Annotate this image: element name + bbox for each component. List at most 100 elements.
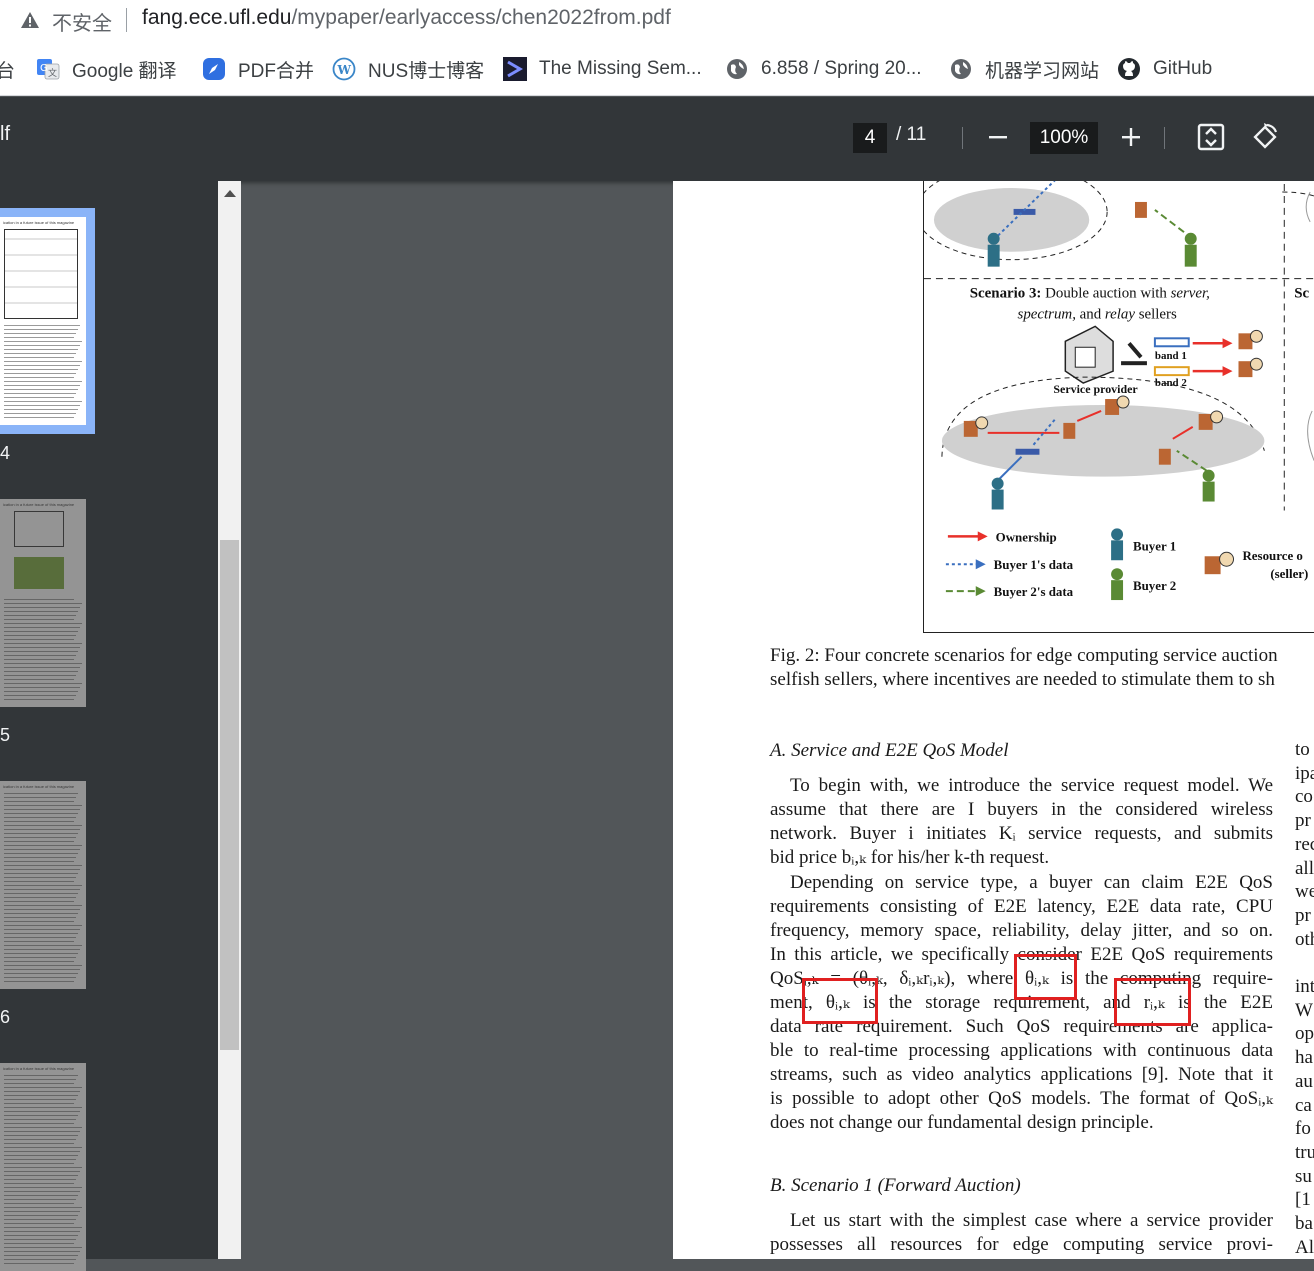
thumbnail-text-line bbox=[4, 663, 82, 664]
thumbnail-text-line bbox=[4, 801, 74, 802]
thumbnail-text-line bbox=[4, 821, 74, 822]
thumbnail-text-line bbox=[4, 901, 74, 902]
thumbnail-text-line bbox=[4, 933, 78, 934]
bookmark-google-translate[interactable]: G文 Google 翻译 bbox=[36, 56, 177, 82]
thumbnail-sidebar: ication in a future issue of this magazi… bbox=[0, 181, 241, 1271]
bookmark-github[interactable]: GitHub bbox=[1117, 56, 1212, 82]
thumbnail-text-line bbox=[4, 1207, 82, 1208]
thumbnail-text-line bbox=[4, 397, 74, 398]
legend-ownership: Ownership bbox=[996, 529, 1057, 544]
sidebar-scrollbar-thumb[interactable] bbox=[220, 540, 239, 1050]
bookmark-ml-sites[interactable]: 机器学习网站 bbox=[949, 56, 1099, 82]
bookmark-pdf-merge[interactable]: PDF合并 bbox=[202, 56, 314, 82]
annotation-box bbox=[1114, 978, 1191, 1026]
scroll-up-arrow-icon[interactable] bbox=[224, 190, 236, 197]
text-line: is possible to adopt other QoS models. T… bbox=[770, 1088, 1273, 1109]
thumbnail-text-line bbox=[4, 599, 74, 600]
legend-buyer1: Buyer 1 bbox=[1133, 538, 1176, 553]
thumbnail-text-line bbox=[4, 1223, 74, 1224]
thumbnail-text-line bbox=[4, 1235, 78, 1236]
thumbnail-text-line bbox=[4, 671, 78, 672]
warning-icon[interactable] bbox=[20, 10, 40, 30]
thumbnail-text-line bbox=[4, 385, 80, 386]
thumbnail-text-line bbox=[4, 1255, 78, 1256]
address-bar[interactable]: 不安全 fang.ece.ufl.edu/mypaper/earlyaccess… bbox=[0, 0, 1314, 42]
thumbnail-text-line bbox=[4, 615, 76, 616]
thumbnail-label: 6 bbox=[0, 1007, 11, 1027]
right-column-line: co bbox=[1295, 786, 1313, 808]
right-column-line: oth bbox=[1295, 928, 1314, 950]
text-line: Let us start with the simplest case wher… bbox=[790, 1210, 1273, 1231]
thumbnail-text-line bbox=[4, 1219, 76, 1220]
terminal-icon bbox=[503, 57, 527, 81]
thumbnail-text-line bbox=[4, 1111, 80, 1112]
thumbnail-text-line bbox=[4, 341, 82, 342]
thumbnail-text-line bbox=[4, 1127, 82, 1128]
thumbnail-text-line bbox=[4, 365, 80, 366]
thumbnail-text-line bbox=[4, 825, 82, 826]
thumbnail-text-line bbox=[4, 805, 82, 806]
right-column-line: tru bbox=[1295, 1141, 1314, 1163]
right-column-line: ha bbox=[1295, 1047, 1313, 1069]
thumbnail-page-6[interactable]: ication in a future issue of this magazi… bbox=[0, 781, 86, 989]
url-host: fang.ece.ufl.edu bbox=[142, 6, 292, 29]
text-line: possesses all resources for edge computi… bbox=[770, 1234, 1273, 1255]
thumbnail-text-line bbox=[4, 941, 74, 942]
text-line: streams, such as video analytics applica… bbox=[770, 1064, 1273, 1085]
thumbnail-text-line bbox=[4, 1183, 74, 1184]
thumbnail-text-line bbox=[4, 1199, 76, 1200]
thumbnail-text-line bbox=[4, 1095, 78, 1096]
thumbnail-text-line bbox=[4, 1175, 78, 1176]
thumbnail-text-line bbox=[4, 607, 80, 608]
thumbnail-text-line bbox=[4, 921, 74, 922]
thumbnail-text-line bbox=[4, 325, 80, 326]
thumbnail-text-line bbox=[4, 405, 80, 406]
thumbnail-text-line bbox=[4, 873, 78, 874]
bookmark-label: 台 bbox=[0, 60, 16, 82]
thumbnail-page-7[interactable]: ication in a future issue of this magazi… bbox=[0, 1063, 86, 1271]
url-text[interactable]: fang.ece.ufl.edu/mypaper/earlyaccess/che… bbox=[142, 6, 671, 30]
page-number-input[interactable]: 4 bbox=[853, 123, 887, 153]
bookmark-label: GitHub bbox=[1153, 58, 1213, 79]
zoom-out-icon[interactable] bbox=[985, 124, 1011, 150]
zoom-level-input[interactable]: 100% bbox=[1030, 122, 1098, 154]
rotate-icon[interactable] bbox=[1250, 122, 1280, 152]
right-column-line: rec bbox=[1295, 833, 1314, 855]
thumbnail-text-line bbox=[4, 623, 82, 624]
wordpress-icon: W bbox=[332, 57, 356, 81]
right-column-line: ba bbox=[1295, 1213, 1313, 1235]
legend-buyer1-data: Buyer 1's data bbox=[994, 557, 1074, 572]
pdf-toolbar: lf 4 / 11 100% bbox=[0, 97, 1314, 181]
svg-text:G: G bbox=[40, 63, 48, 74]
toolbar-divider bbox=[1164, 127, 1165, 149]
bookmark-cut-off[interactable]: 台 bbox=[0, 56, 15, 82]
thumbnail-text-line bbox=[4, 913, 78, 914]
bookmark-label: Google 翻译 bbox=[72, 60, 177, 82]
thumbnail-text-line bbox=[4, 961, 74, 962]
thumbnail-text-line bbox=[4, 853, 78, 854]
toolbar-divider bbox=[962, 127, 963, 149]
thumbnail-text-line bbox=[4, 1239, 76, 1240]
thumbnail-text-line bbox=[4, 829, 80, 830]
security-status[interactable]: 不安全 bbox=[52, 7, 112, 36]
thumbnail-text-line bbox=[4, 635, 76, 636]
thumbnail-text-line bbox=[4, 655, 76, 656]
thumbnail-text-line bbox=[4, 1187, 82, 1188]
thumbnail-header: ication in a future issue of this magazi… bbox=[3, 220, 75, 225]
thumbnail-text-line bbox=[4, 1091, 80, 1092]
fit-to-page-icon[interactable] bbox=[1196, 122, 1226, 152]
bookmark-nus-blog[interactable]: W NUS博士博客 bbox=[332, 56, 484, 82]
thumbnail-text-line bbox=[4, 369, 78, 370]
thumbnail-page-4[interactable]: ication in a future issue of this magazi… bbox=[0, 217, 86, 425]
bookmark-6858[interactable]: 6.858 / Spring 20... bbox=[725, 56, 922, 82]
bookmark-missing-semester[interactable]: The Missing Sem... bbox=[503, 56, 702, 82]
annotation-box bbox=[802, 978, 878, 1024]
thumbnail-text-line bbox=[4, 953, 78, 954]
thumbnail-page-5[interactable]: ication in a future issue of this magazi… bbox=[0, 499, 86, 707]
right-column-line: op bbox=[1295, 1023, 1314, 1045]
thumbnail-text-line bbox=[4, 1143, 74, 1144]
thumbnail-text-line bbox=[4, 885, 82, 886]
zoom-in-icon[interactable] bbox=[1118, 124, 1144, 150]
right-column-line: su bbox=[1295, 1165, 1312, 1187]
thumbnail-text-line bbox=[4, 837, 76, 838]
